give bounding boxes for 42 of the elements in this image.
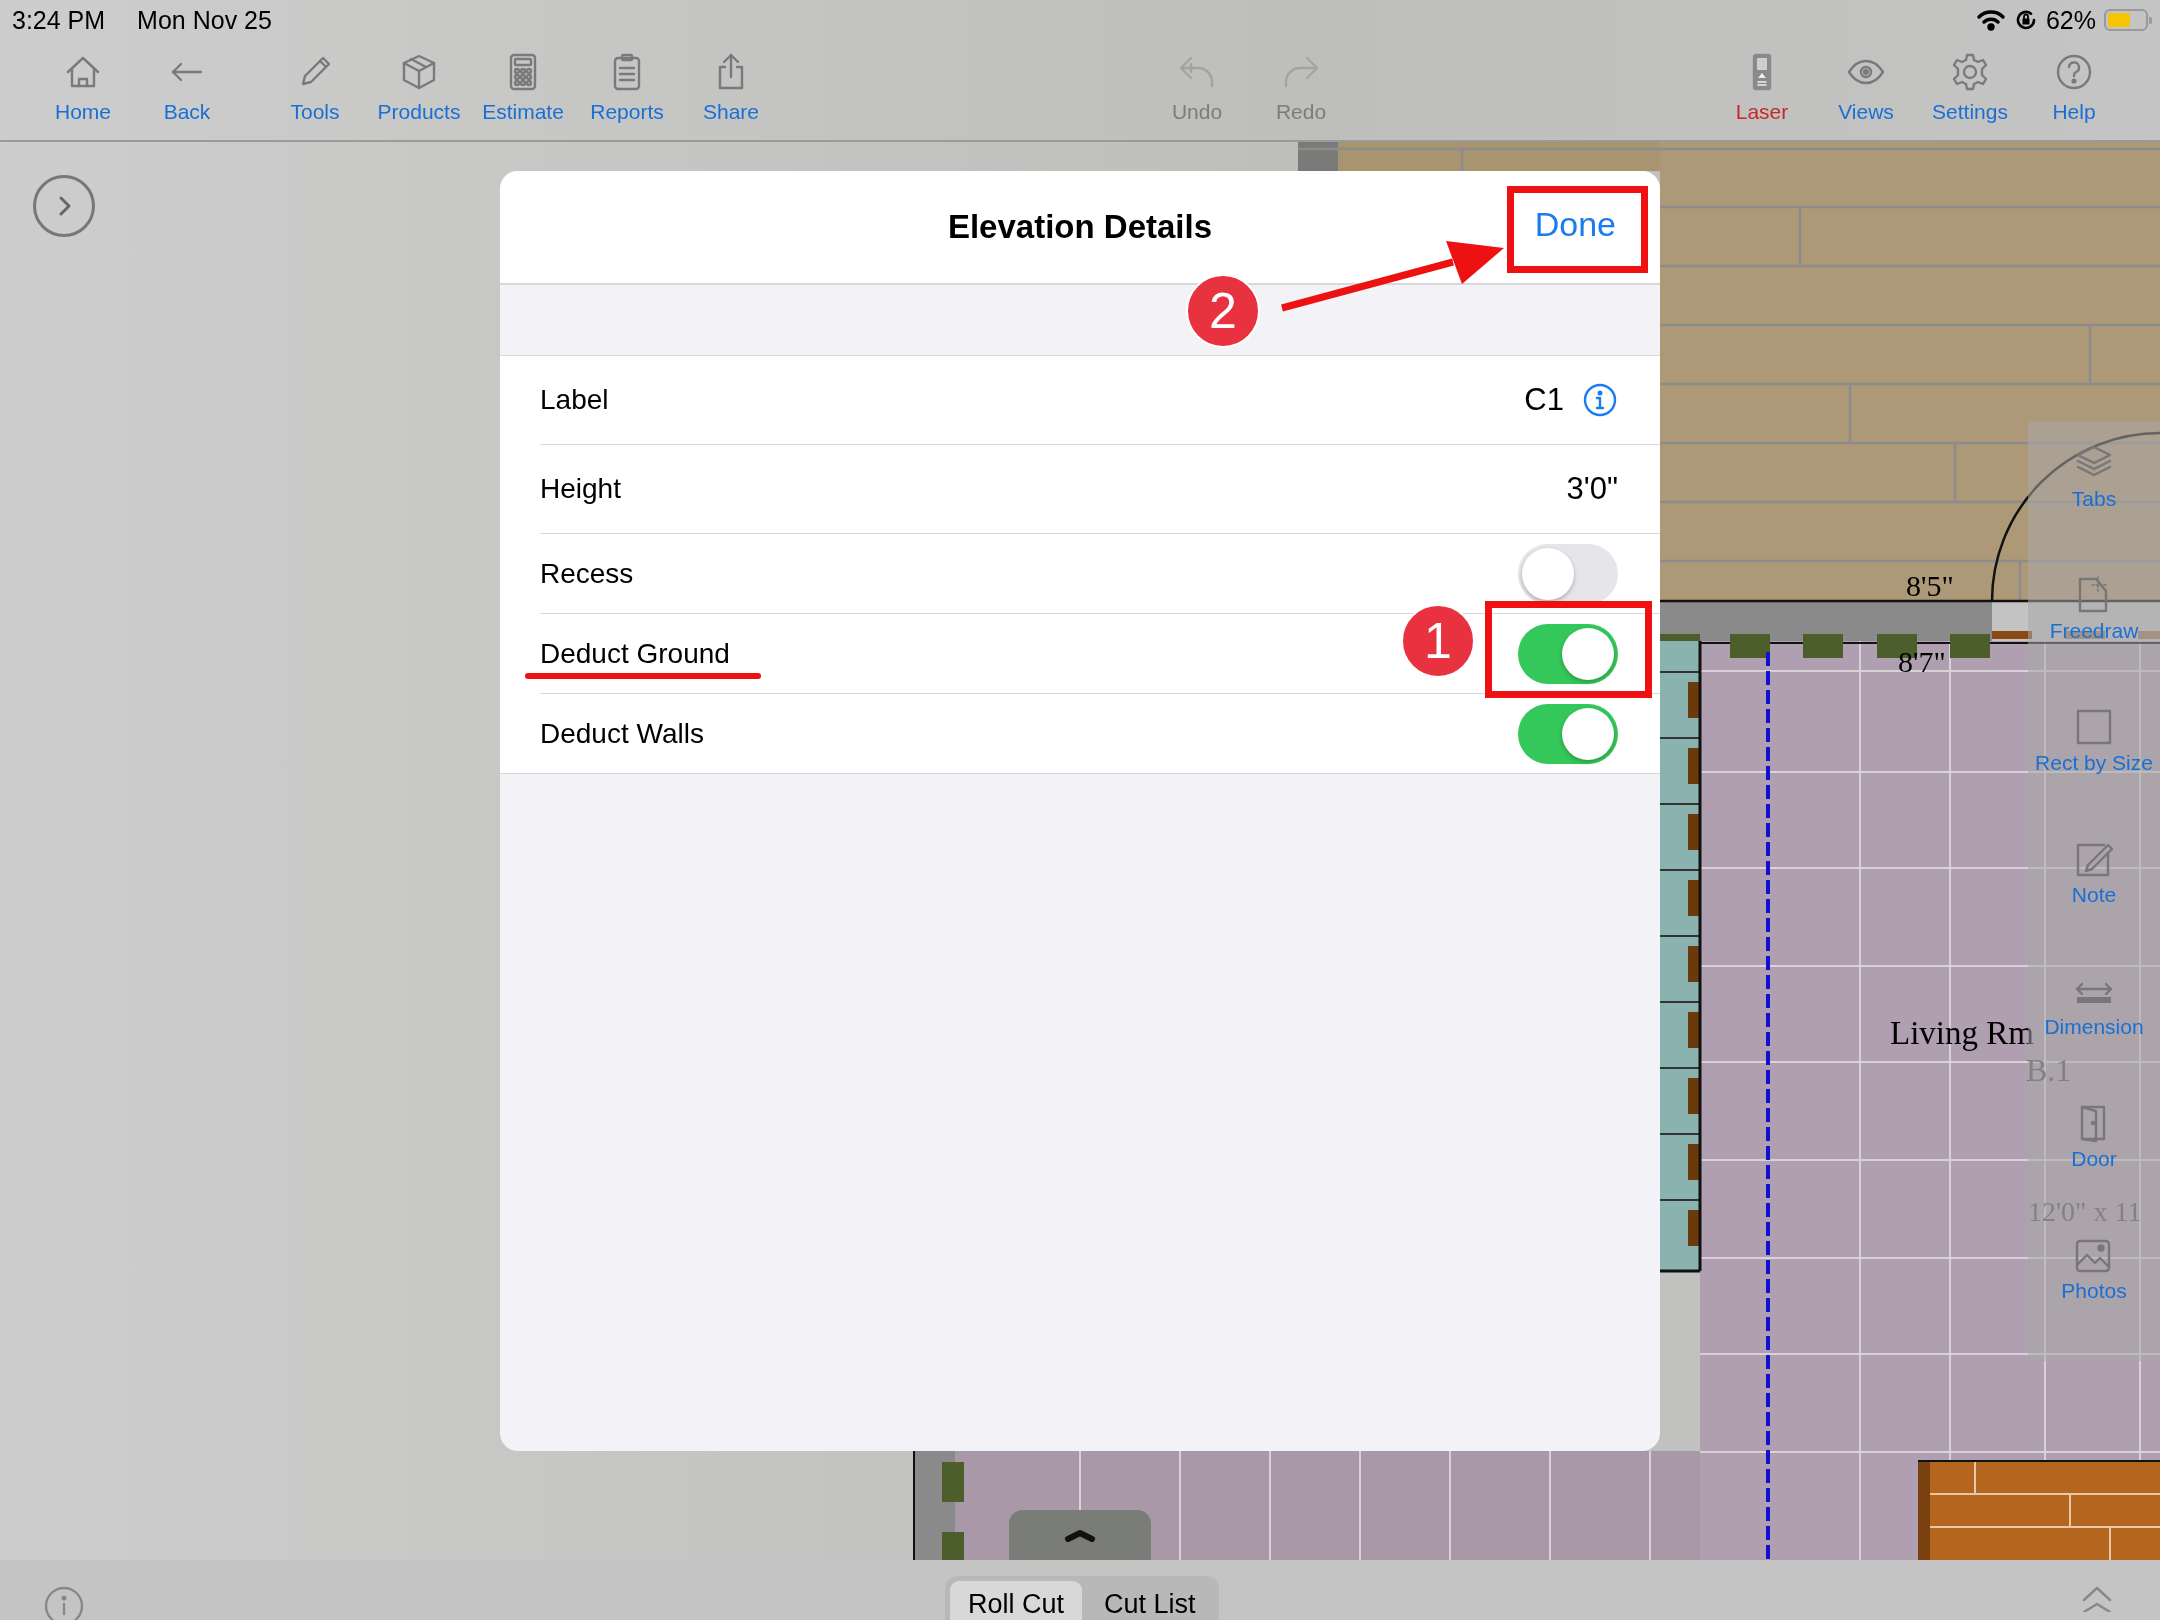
info-icon[interactable] [1582,382,1618,418]
tool-button[interactable]: Note [2028,839,2160,971]
row-label: Deduct Walls [540,717,704,750]
info-icon [44,1586,84,1620]
toolbar-button[interactable]: Tools [263,40,367,140]
toolbar-button[interactable]: Back [135,40,239,140]
toolbar-button[interactable]: Help [2022,40,2126,140]
toolbar-button[interactable]: Estimate [471,40,575,140]
dimension-label: 8'5" [1906,569,1954,603]
status-time: 3:24 PM [12,5,106,35]
row-label: Label [540,384,609,416]
toolbar-button[interactable]: Settings [1918,40,2022,140]
segment-tab[interactable]: Roll Cut [950,1581,1083,1620]
done-button[interactable]: Done [1530,199,1620,250]
room-name: Living Rm [1890,1015,2034,1052]
info-button[interactable] [44,1586,84,1620]
wifi-icon [1975,8,2006,32]
collapse-handle[interactable] [1009,1510,1151,1560]
tool-button[interactable]: Photos [2028,1235,2160,1367]
toolbar-button[interactable]: Views [1814,40,1918,140]
dimension-label: 8'7" [1898,645,1946,679]
row-label: Deduct Ground [540,637,730,670]
row-value: C1 [1524,382,1564,418]
toolbar-button[interactable]: Laser [1710,40,1814,140]
row-label: Recess [540,557,634,590]
settings-icon [1950,52,1990,92]
dialog-title: Elevation Details [947,208,1213,246]
room-code: B.1 [2026,1052,2072,1089]
segment-tab[interactable]: Cut List [1086,1581,1214,1620]
battery-percentage: 62% [2045,5,2096,35]
tool-button[interactable]: Freedraw [2028,575,2160,707]
help-icon [2054,52,2094,92]
expand-button[interactable] [33,175,95,237]
row-value: 3'0" [1566,471,1618,507]
toolbar-button[interactable]: Home [31,40,135,140]
toolbar-button[interactable]: Products [367,40,471,140]
toolbar-button[interactable]: Reports [575,40,679,140]
toolbar-button[interactable]: Share [679,40,783,140]
row-label: Height [540,473,621,505]
tool-button[interactable]: Tabs [2028,443,2160,575]
status-date: Mon Nov 25 [137,5,272,35]
tool-button[interactable]: Rect by Size [2028,707,2160,839]
